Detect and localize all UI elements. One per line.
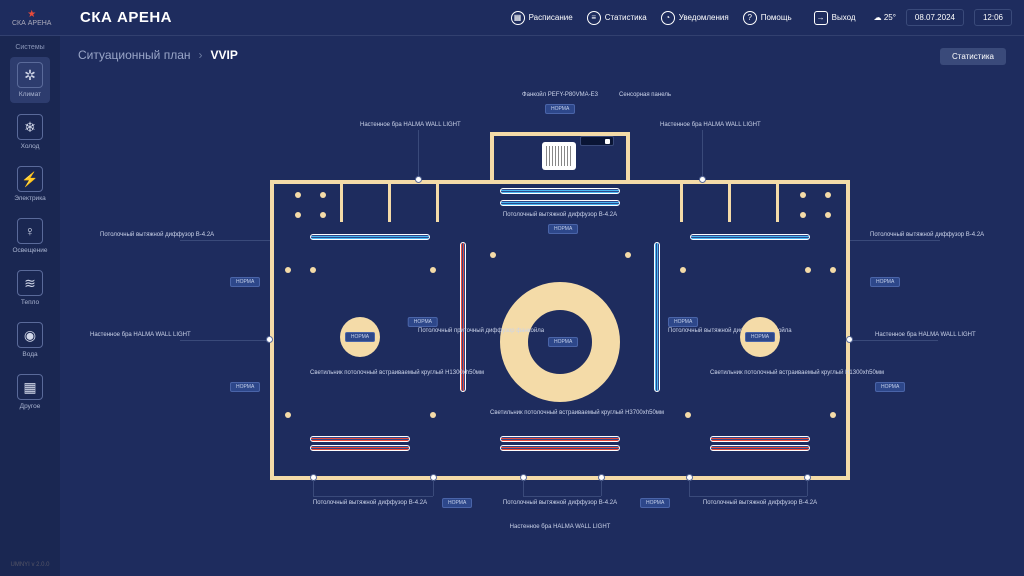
diffuser-blue[interactable] [690, 234, 810, 240]
diffuser-red-h[interactable] [310, 436, 410, 442]
wall-light-label-l: Настенное бра HALMA WALL LIGHT [90, 332, 240, 338]
diffuser-label-br: Потолочный вытяжной диффузор B-4.2A [680, 500, 840, 506]
fancoil-label: Фанкойл PEFY-P80VMA-E3 [520, 92, 600, 98]
chart-icon: ≡ [587, 11, 601, 25]
diffuser-red-h[interactable] [500, 436, 620, 442]
status-badge[interactable]: НОРМА [230, 382, 260, 392]
main: Ситуационный план › VVIP Статистика Фанк… [60, 36, 1024, 576]
nav-exit[interactable]: →Выход [814, 11, 856, 25]
sidebar-item-water[interactable]: ◉Вода [10, 317, 50, 363]
wall-light-dot[interactable] [266, 336, 273, 343]
status-badge[interactable]: НОРМА [548, 224, 578, 234]
wall-light-label-tl: Настенное бра HALMA WALL LIGHT [360, 122, 461, 128]
diffuser-label-bc: Потолочный вытяжной диффузор B-4.2A [500, 500, 620, 506]
sidebar-item-electric[interactable]: ⚡Электрика [10, 161, 50, 207]
fancoil-unit[interactable] [542, 142, 576, 170]
diffuser-blue[interactable] [310, 234, 430, 240]
ceiling-lamp-small-l[interactable]: НОРМА [340, 317, 380, 357]
ceiling-lamp-small-l-label: Светильник потолочный встраиваемый кругл… [310, 370, 420, 376]
ceiling-lamp-small-r-label: Светильник потолочный встраиваемый кругл… [710, 370, 820, 376]
brand-title: СКА АРЕНА [80, 9, 172, 26]
weather: ☁ 25° [874, 13, 896, 22]
floor-plan[interactable]: Фанкойл PEFY-P80VMA-E3 НОРМА Сенсорная п… [180, 92, 944, 546]
date: 08.07.2024 [906, 9, 964, 26]
status-badge[interactable]: НОРМА [668, 317, 698, 327]
status-badge[interactable]: НОРМА [640, 498, 670, 508]
status-badge[interactable]: НОРМА [442, 498, 472, 508]
diffuser-blue[interactable] [500, 188, 620, 194]
status-badge[interactable]: НОРМА [545, 104, 575, 114]
calendar-icon: ▦ [511, 11, 525, 25]
grid-icon: ▦ [17, 374, 43, 400]
chevron-right-icon: › [199, 48, 203, 62]
nav-help[interactable]: ?Помощь [743, 11, 792, 25]
sidebar-item-climate[interactable]: ✲Климат [10, 57, 50, 103]
sidebar-item-heat[interactable]: ≋Тепло [10, 265, 50, 311]
diffuser-red-h[interactable] [710, 436, 810, 442]
status-badge[interactable]: НОРМА [548, 337, 578, 347]
wall-light-label-b: Настенное бра HALMA WALL LIGHT [500, 524, 620, 530]
nav-schedule[interactable]: ▦Расписание [511, 11, 573, 25]
header-meta: ☁ 25° 08.07.2024 12:06 [874, 9, 1012, 26]
statistics-button[interactable]: Статистика [940, 48, 1006, 65]
breadcrumb-root[interactable]: Ситуационный план [78, 48, 191, 62]
diffuser-label-ext-r: Потолочный вытяжной диффузор B-4.2A [870, 232, 1020, 238]
status-badge[interactable]: НОРМА [408, 317, 438, 327]
wall-light-label-tr: Настенное бра HALMA WALL LIGHT [660, 122, 761, 128]
sensor-panel-label: Сенсорная панель [610, 92, 680, 98]
help-icon: ? [743, 11, 757, 25]
heat-icon: ≋ [17, 270, 43, 296]
diffuser-blue[interactable] [500, 200, 620, 206]
breadcrumb: Ситуационный план › VVIP [78, 48, 1006, 62]
logo: ★ СКА АРЕНА [12, 9, 72, 27]
ceiling-lamp-large-label: Светильник потолочный встраиваемый кругл… [490, 410, 630, 416]
logo-star-icon: ★ СКА АРЕНА [12, 9, 51, 27]
sidebar: Системы ✲Климат ❄Холод ⚡Электрика ♀Освещ… [0, 36, 60, 576]
ext-diff-label: Потолочный вытяжной диффузор фанкойла [668, 328, 724, 334]
diffuser-red-h[interactable] [710, 445, 810, 451]
diffuser-red-h[interactable] [310, 445, 410, 451]
wall-light-label-r: Настенное бра HALMA WALL LIGHT [875, 332, 1024, 338]
breadcrumb-current: VVIP [211, 48, 238, 62]
header: ★ СКА АРЕНА СКА АРЕНА ▦Расписание ≡Стати… [0, 0, 1024, 36]
bolt-icon: ⚡ [17, 166, 43, 192]
sidebar-footer: UMNYI v 2.0.0 [10, 562, 49, 568]
time: 12:06 [974, 9, 1012, 26]
diffuser-blue-v[interactable] [654, 242, 660, 392]
fan-icon: ✲ [17, 62, 43, 88]
header-nav: ▦Расписание ≡Статистика ◔Уведомления ?По… [511, 11, 856, 25]
sidebar-category: Системы [15, 44, 44, 51]
diffuser-red-h[interactable] [500, 445, 620, 451]
diffuser-label-bl: Потолочный вытяжной диффузор B-4.2A [290, 500, 450, 506]
nav-notifications[interactable]: ◔Уведомления [661, 11, 729, 25]
snowflake-icon: ❄ [17, 114, 43, 140]
droplet-icon: ◉ [17, 322, 43, 348]
bell-icon: ◔ [661, 11, 675, 25]
sidebar-item-lighting[interactable]: ♀Освещение [10, 213, 50, 259]
diffuser-label: Потолочный вытяжной диффузор B-4.2A [500, 212, 620, 218]
sidebar-item-other[interactable]: ▦Другое [10, 369, 50, 415]
supply-diff-label: Потолочный приточный диффузор фанкойла [418, 328, 474, 334]
bulb-icon: ♀ [17, 218, 43, 244]
ceiling-lamp-small-r[interactable]: НОРМА [740, 317, 780, 357]
status-badge[interactable]: НОРМА [870, 277, 900, 287]
wall-light-dot[interactable] [415, 176, 422, 183]
status-badge[interactable]: НОРМА [875, 382, 905, 392]
diffuser-label-ext-l: Потолочный вытяжной диффузор B-4.2A [100, 232, 250, 238]
status-badge[interactable]: НОРМА [230, 277, 260, 287]
nav-stats[interactable]: ≡Статистика [587, 11, 647, 25]
exit-icon: → [814, 11, 828, 25]
sidebar-item-cold[interactable]: ❄Холод [10, 109, 50, 155]
wall-light-dot[interactable] [699, 176, 706, 183]
wall-light-dot[interactable] [846, 336, 853, 343]
sensor-panel[interactable] [580, 136, 614, 146]
